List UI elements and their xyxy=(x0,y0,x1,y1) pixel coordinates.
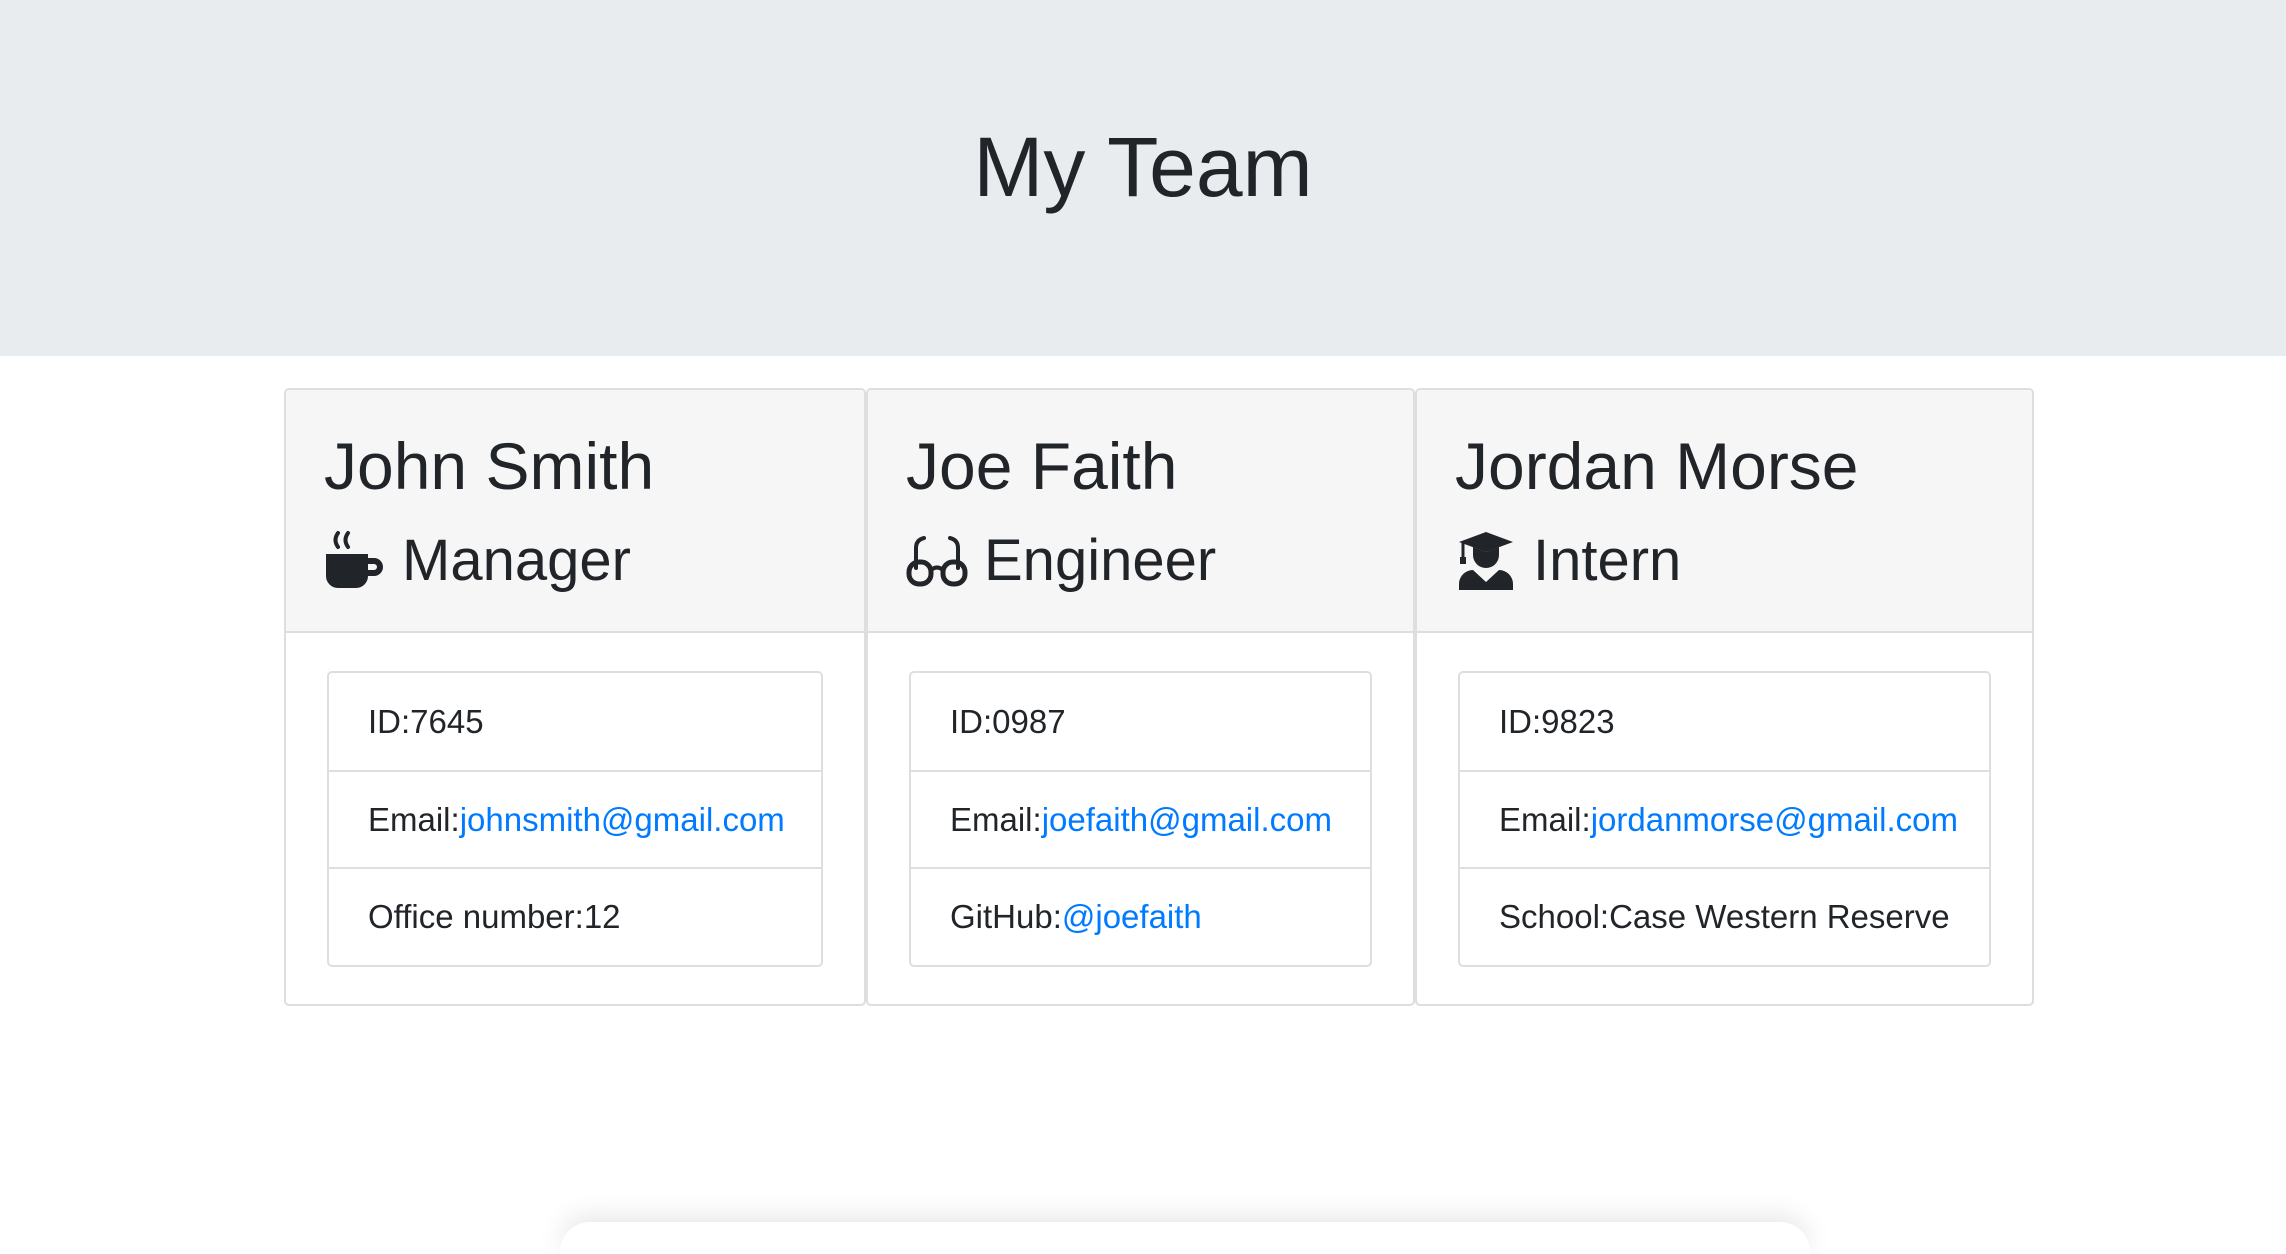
employee-details-list: ID: 7645 Email: johnsmith@gmail.com Offi… xyxy=(327,671,823,967)
office-number-label: Office number: xyxy=(368,897,584,935)
employee-card-intern: Jordan Morse Intern ID: 9823 Email: jord… xyxy=(1415,388,2034,1006)
employee-role: Engineer xyxy=(906,512,1216,608)
employee-name: Joe Faith xyxy=(906,429,1178,503)
employee-role: Manager xyxy=(324,512,631,608)
email-label: Email: xyxy=(1499,800,1591,838)
card-header: Jordan Morse Intern xyxy=(1417,390,2032,633)
email-label: Email: xyxy=(368,800,460,838)
role-label: Manager xyxy=(402,527,631,593)
id-value: 0987 xyxy=(992,702,1066,740)
employee-card-engineer: Joe Faith Engineer ID: 0987 Email: joefa… xyxy=(866,388,1415,1006)
list-item-id: ID: 0987 xyxy=(911,673,1370,770)
glasses-icon xyxy=(906,530,968,590)
id-value: 9823 xyxy=(1541,702,1615,740)
employee-name: Jordan Morse xyxy=(1455,429,1859,503)
list-item-school: School: Case Western Reserve xyxy=(1460,867,1989,964)
email-link[interactable]: jordanmorse@gmail.com xyxy=(1591,801,1958,839)
email-label: Email: xyxy=(950,800,1042,838)
list-item-id: ID: 9823 xyxy=(1460,673,1989,770)
school-label: School: xyxy=(1499,897,1610,935)
list-item-id: ID: 7645 xyxy=(329,673,821,770)
school-value: Case Western Reserve xyxy=(1609,897,1950,935)
office-number-value: 12 xyxy=(583,897,621,935)
employee-details-list: ID: 0987 Email: joefaith@gmail.com GitHu… xyxy=(909,671,1372,967)
list-item-github: GitHub: @joefaith xyxy=(911,867,1370,964)
id-value: 7645 xyxy=(410,702,484,740)
employee-card-manager: John Smith Manager ID: 7645 Email: johns… xyxy=(284,388,866,1006)
list-item-office-number: Office number: 12 xyxy=(329,867,821,964)
github-link[interactable]: @joefaith xyxy=(1062,898,1202,936)
list-item-email: Email: johnsmith@gmail.com xyxy=(329,770,821,867)
list-item-email: Email: joefaith@gmail.com xyxy=(911,770,1370,867)
card-header: John Smith Manager xyxy=(286,390,864,633)
list-item-email: Email: jordanmorse@gmail.com xyxy=(1460,770,1989,867)
email-link[interactable]: johnsmith@gmail.com xyxy=(460,801,785,839)
role-label: Engineer xyxy=(984,527,1217,593)
card-header: Joe Faith Engineer xyxy=(868,390,1413,633)
github-label: GitHub: xyxy=(950,897,1062,935)
page-header: My Team xyxy=(0,0,2286,356)
page-title: My Team xyxy=(973,120,1313,214)
bottom-shadow xyxy=(560,1222,1810,1254)
employee-role: Intern xyxy=(1455,512,1681,608)
email-link[interactable]: joefaith@gmail.com xyxy=(1042,801,1332,839)
id-label: ID: xyxy=(1499,702,1542,740)
graduate-icon xyxy=(1455,530,1517,590)
id-label: ID: xyxy=(368,702,411,740)
employee-details-list: ID: 9823 Email: jordanmorse@gmail.com Sc… xyxy=(1458,671,1991,967)
id-label: ID: xyxy=(950,702,993,740)
coffee-mug-icon xyxy=(324,530,386,590)
role-label: Intern xyxy=(1533,527,1682,593)
employee-name: John Smith xyxy=(324,429,655,503)
